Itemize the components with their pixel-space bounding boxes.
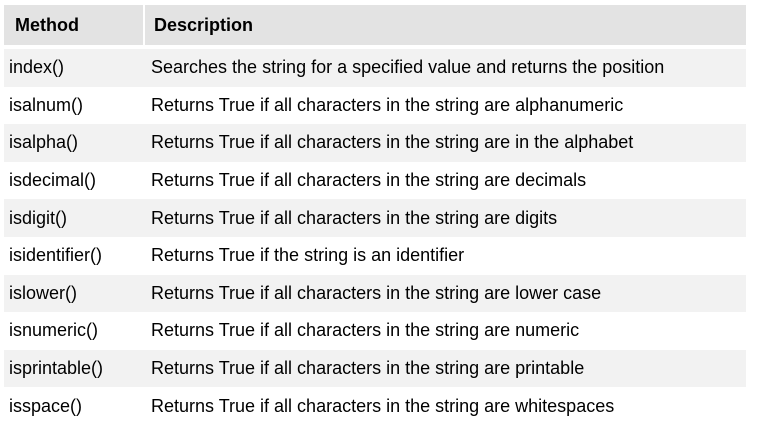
description-cell: Returns True if all characters in the st… xyxy=(151,94,624,115)
method-cell: islower() xyxy=(9,282,78,303)
description-cell: Returns True if all characters in the st… xyxy=(151,282,602,303)
method-cell: index() xyxy=(9,57,65,78)
table-row: isdecimal() Returns True if all characte… xyxy=(4,161,746,200)
header-description: Description xyxy=(154,14,254,35)
method-cell: isdigit() xyxy=(9,207,68,228)
header-method: Method xyxy=(4,5,145,45)
table-row: isalpha() Returns True if all characters… xyxy=(4,124,746,162)
method-cell: isdecimal() xyxy=(9,170,97,191)
description-cell: Returns True if all characters in the st… xyxy=(151,207,558,228)
table-row: isidentifier() Returns True if the strin… xyxy=(4,236,746,275)
table-row: isprintable() Returns True if all charac… xyxy=(4,349,746,388)
description-cell: Returns True if the string is an identif… xyxy=(151,245,465,266)
method-cell: isalnum() xyxy=(9,94,84,115)
description-cell: Returns True if all characters in the st… xyxy=(151,170,587,191)
method-cell: isalpha() xyxy=(9,132,79,153)
table-row: isdigit() Returns True if all characters… xyxy=(4,199,746,237)
method-cell: isprintable() xyxy=(9,358,104,379)
description-cell: Returns True if all characters in the st… xyxy=(151,395,615,416)
method-cell: isnumeric() xyxy=(9,320,99,341)
table-row: isnumeric() Returns True if all characte… xyxy=(4,312,746,350)
method-cell: isidentifier() xyxy=(9,245,103,266)
description-cell: Searches the string for a specified valu… xyxy=(151,57,665,78)
description-cell: Returns True if all characters in the st… xyxy=(151,358,585,379)
method-cell: isspace() xyxy=(9,395,83,416)
table-header-row: Method Description xyxy=(4,5,746,45)
description-cell: Returns True if all characters in the st… xyxy=(151,132,634,153)
description-cell: Returns True if all characters in the st… xyxy=(151,320,580,341)
string-methods-table: Method Description index() Searches the … xyxy=(4,5,746,425)
table-row: islower() Returns True if all characters… xyxy=(4,274,746,313)
table-row: index() Searches the string for a specif… xyxy=(4,49,746,87)
table-row: isalnum() Returns True if all characters… xyxy=(4,86,746,125)
table-row: isspace() Returns True if all characters… xyxy=(4,387,746,425)
